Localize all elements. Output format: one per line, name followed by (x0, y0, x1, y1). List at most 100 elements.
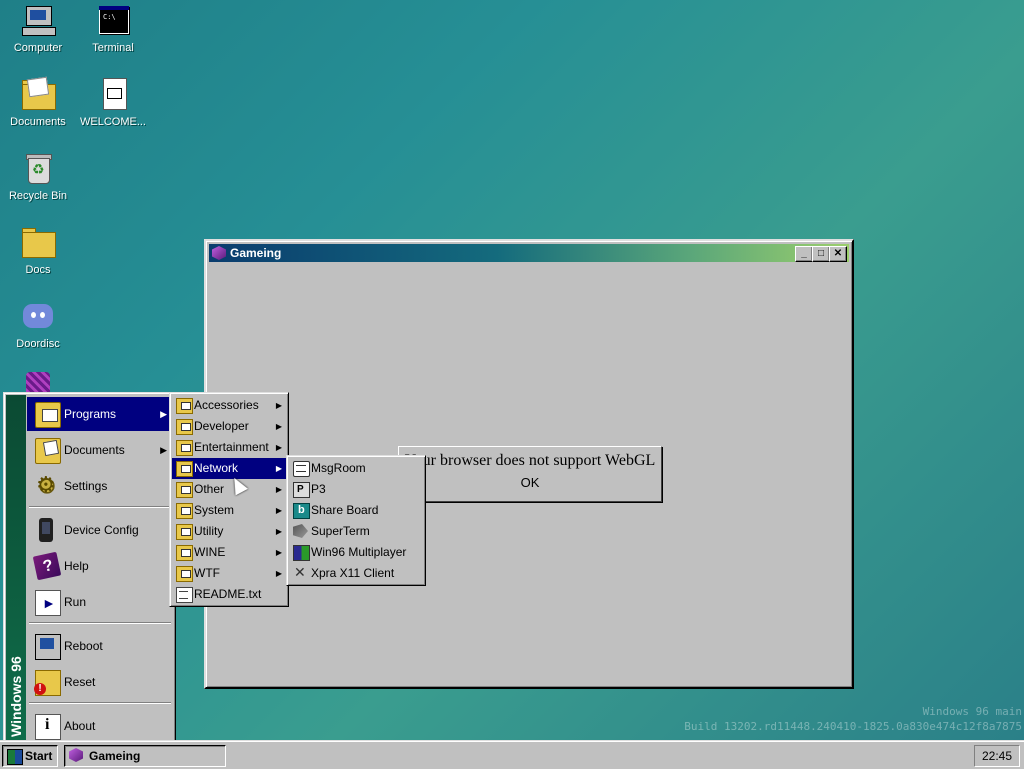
share-board-icon (293, 500, 310, 521)
menu-label: Entertainment (194, 440, 269, 454)
menu-label: Reset (64, 675, 96, 689)
computer-icon (20, 4, 56, 38)
start-item-reset[interactable]: Reset (27, 665, 173, 699)
submenu-arrow-icon: ▶ (275, 485, 282, 494)
submenu-arrow-icon: ▶ (275, 506, 282, 515)
documents-folder-icon (20, 76, 56, 112)
menu-label: Help (64, 559, 89, 573)
desktop-icon-recycle-bin[interactable]: Recycle Bin (1, 152, 75, 202)
close-button[interactable]: ✕ (829, 246, 847, 262)
desktop-icon-label: Terminal (92, 42, 134, 54)
start-menu-banner: Windows 96 (6, 395, 26, 741)
program-group-icon (176, 503, 193, 519)
error-message: Your browser does not support WebGL (404, 452, 656, 469)
start-item-reboot[interactable]: Reboot (27, 629, 173, 663)
start-item-help[interactable]: Help (27, 549, 173, 583)
menu-label: Device Config (64, 523, 139, 537)
desktop-icon-label: Documents (10, 116, 66, 128)
menu-label: Network (194, 461, 239, 475)
start-button[interactable]: Start (2, 745, 58, 767)
menu-label: Share Board (311, 503, 379, 517)
start-item-device-config[interactable]: Device Config (27, 513, 173, 547)
ok-button[interactable]: OK (511, 475, 550, 490)
menu-label: WTF (194, 566, 220, 580)
window-title: Gameing (230, 246, 282, 260)
menu-label: SuperTerm (311, 524, 370, 538)
programs-item-wine[interactable]: WINE ▶ (172, 542, 286, 563)
programs-item-developer[interactable]: Developer ▶ (172, 416, 286, 437)
menu-label: Accessories (194, 398, 259, 412)
desktop-icon-doordisc[interactable]: Doordisc (1, 300, 75, 350)
submenu-arrow-icon: ▶ (160, 445, 167, 455)
desktop-icon-label: Doordisc (16, 338, 60, 350)
program-group-icon (176, 545, 193, 561)
menu-label: WINE (194, 545, 226, 559)
reset-warning-icon (34, 670, 61, 696)
program-group-icon (176, 524, 193, 540)
desktop-icon-documents[interactable]: Documents (1, 76, 75, 128)
programs-item-system[interactable]: System ▶ (172, 500, 286, 521)
desktop-icon-terminal[interactable]: Terminal (76, 4, 150, 54)
start-item-programs[interactable]: Programs ▶ (27, 397, 173, 431)
network-item-msgroom[interactable]: MsgRoom (289, 458, 423, 479)
menu-label: Win96 Multiplayer (311, 545, 407, 559)
terminal-icon (95, 4, 131, 38)
programs-item-wtf[interactable]: WTF ▶ (172, 563, 286, 584)
submenu-arrow-icon: ▶ (160, 409, 167, 419)
desktop-icon-label: Recycle Bin (8, 190, 68, 202)
task-label: Gameing (89, 749, 141, 763)
about-info-icon (35, 708, 61, 742)
start-item-documents[interactable]: Documents ▶ (27, 433, 173, 467)
taskbar-item-gameing[interactable]: Gameing (64, 745, 226, 767)
submenu-arrow-icon: ▶ (275, 443, 282, 452)
menu-label: Developer (194, 419, 249, 433)
desktop-icon-docs[interactable]: Docs (1, 226, 75, 276)
app-icon (69, 748, 83, 762)
submenu-arrow-icon: ▶ (275, 527, 282, 536)
programs-icon (35, 402, 61, 428)
windows-logo-icon (7, 749, 23, 765)
start-item-about[interactable]: About (27, 708, 173, 743)
program-group-icon (176, 482, 193, 498)
minimize-button[interactable]: _ (795, 246, 813, 262)
programs-item-utility[interactable]: Utility ▶ (172, 521, 286, 542)
menu-label: README.txt (194, 587, 262, 601)
app-icon (212, 246, 226, 260)
program-group-icon (176, 440, 193, 456)
desktop-icon-label: Computer (13, 42, 63, 54)
x11-icon (293, 562, 308, 583)
network-item-p3[interactable]: P3 (289, 479, 423, 500)
start-item-run[interactable]: Run (27, 585, 173, 620)
program-group-icon (176, 566, 193, 582)
desktop-icon-computer[interactable]: Computer (1, 4, 75, 54)
markdown-file-icon (95, 78, 131, 112)
taskbar: Start Gameing 22:45 (0, 740, 1024, 769)
chat-icon (293, 461, 310, 477)
banner-text: Windows 96 (8, 656, 24, 737)
programs-item-readme[interactable]: README.txt (172, 584, 286, 605)
desktop-icon-welcome[interactable]: WELCOME... (76, 78, 150, 128)
network-item-share-board[interactable]: Share Board (289, 500, 423, 521)
webgl-error-dialog: Your browser does not support WebGL OK (398, 446, 662, 502)
network-item-superterm[interactable]: SuperTerm (289, 521, 423, 542)
programs-submenu: Accessories ▶ Developer ▶ Entertainment … (169, 392, 289, 607)
superterm-icon (293, 524, 308, 538)
menu-label: P3 (311, 482, 326, 496)
start-label: Start (25, 749, 53, 763)
menu-label: Documents (64, 443, 125, 457)
system-clock[interactable]: 22:45 (974, 745, 1020, 767)
menu-separator (29, 622, 171, 624)
network-item-win96-multiplayer[interactable]: Win96 Multiplayer (289, 542, 423, 563)
programs-item-network[interactable]: Network ▶ (172, 458, 286, 479)
maximize-button[interactable]: □ (812, 246, 830, 262)
programs-item-entertainment[interactable]: Entertainment ▶ (172, 437, 286, 458)
menu-label: System (194, 503, 235, 517)
p3-icon (293, 479, 310, 500)
documents-icon (35, 438, 61, 464)
network-item-xpra[interactable]: Xpra X11 Client (289, 562, 423, 584)
submenu-arrow-icon: ▶ (275, 422, 282, 431)
menu-label: Other (194, 482, 225, 496)
start-item-settings[interactable]: Settings (27, 468, 173, 503)
window-titlebar[interactable]: Gameing _ □ ✕ (209, 244, 849, 262)
programs-item-accessories[interactable]: Accessories ▶ (172, 395, 286, 416)
